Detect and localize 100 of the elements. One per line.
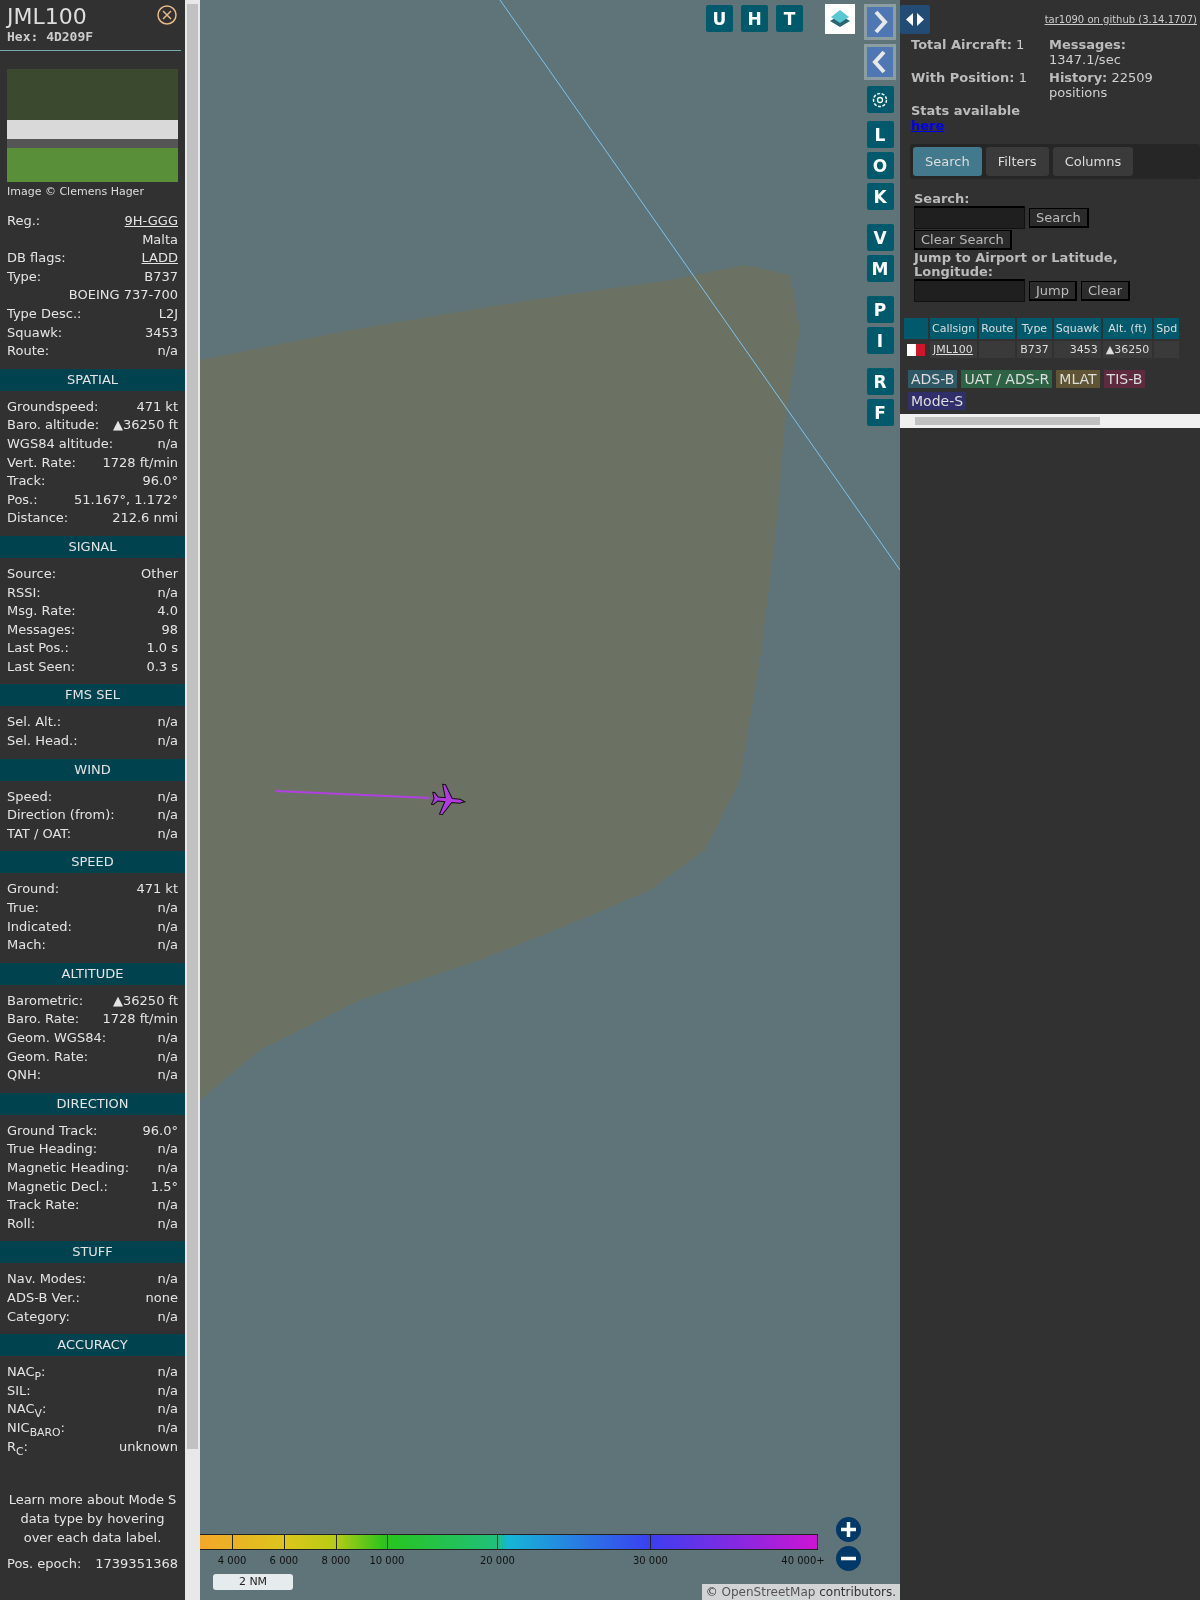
aircraft-icon[interactable] [430,783,466,815]
map-toggle-button[interactable]: K [866,183,894,210]
close-icon[interactable] [157,5,177,25]
field-value: 96.0° [142,472,178,491]
table-cell: B737 [1017,341,1052,358]
stat-text: Messages: 1347.1/sec [1049,37,1128,69]
field-value: n/a [157,917,178,936]
map-toggle-button[interactable]: V [866,224,894,251]
field-label: True Heading: [7,1140,98,1159]
clear-search-button[interactable]: Clear Search [914,230,1012,250]
field-label: Magnetic Decl.: [7,1177,108,1196]
horizontal-scrollbar[interactable] [900,414,1200,428]
github-link[interactable]: tar1090 on github (3.14.1707) [1044,14,1197,25]
column-header[interactable]: Type [1017,318,1052,339]
column-header[interactable]: Alt. (ft) [1102,318,1153,339]
field-label: Last Pos.: [7,639,69,658]
field-label: Msg. Rate: [7,602,76,621]
value-link[interactable]: LADD [141,249,178,268]
section-header: DIRECTION [0,1092,185,1115]
field-value: Malta [142,230,178,249]
help-note: Learn more about Mode S data type by hovering over each data label. [7,1491,178,1548]
value-link[interactable]: 9H-GGG [124,212,178,231]
field-label: Baro. Rate: [7,1010,80,1029]
field-value: 1739351368 [95,1555,178,1574]
field-value: n/a [157,1158,178,1177]
field-label: Distance: [7,509,69,528]
scrollbar[interactable] [185,0,200,1600]
field-label: SIL: [7,1381,31,1400]
settings-icon[interactable] [866,86,894,113]
field-label: Sel. Head.: [7,732,78,751]
field-label: Ground Track: [7,1121,98,1140]
jump-field[interactable] [914,279,1025,302]
altitude-label: 4 000 [217,1555,247,1566]
field-value: B737 [144,267,178,286]
map-toggle-button[interactable]: P [866,296,894,323]
photo-credit: Image © Clemens Hager [6,184,145,200]
jump-button[interactable]: Jump [1029,280,1077,301]
map-toggle-button[interactable]: R [866,368,894,395]
field-label: Groundspeed: [7,397,99,416]
map-toggle-button[interactable]: O [866,152,894,179]
collapse-button[interactable] [864,44,896,80]
zoom-out-icon[interactable] [836,1546,861,1571]
altitude-label: 6 000 [269,1555,299,1566]
field-label: True: [7,899,39,918]
map-toggle-button[interactable]: M [866,255,894,282]
toggle-panel-icon[interactable] [900,5,930,34]
column-header[interactable]: Spd [1154,318,1180,339]
map-toggle-button[interactable]: I [866,327,894,354]
map-toggle-button[interactable]: U [706,5,733,32]
column-header[interactable]: Squawk [1053,318,1101,339]
field-label: Pos.: [7,490,38,509]
scale-bar: 2 NM [213,1574,293,1590]
field-value: 3453 [144,323,178,342]
field-label: Last Seen: [7,657,76,676]
section-header: SPATIAL [0,368,185,391]
field-label: Magnetic Heading: [7,1158,130,1177]
search-button[interactable]: Search [1029,207,1089,228]
field-value: n/a [157,342,178,361]
table-cell[interactable]: JML100 [930,341,978,358]
zoom-in-icon[interactable] [836,1517,861,1542]
stat-text: With Position: 1 [911,70,1028,87]
layers-icon[interactable] [825,4,855,34]
field-value: 1.0 s [146,639,178,658]
flag-icon [907,343,925,356]
field-label: ADS-B Ver.: [7,1288,80,1307]
section-header: SIGNAL [0,535,185,558]
field-value: 98 [161,620,178,639]
map-toggle-button[interactable]: H [741,5,768,32]
field-value: n/a [157,1214,178,1233]
field-label: Type: [7,267,42,286]
attribution-link[interactable]: OpenStreetMap [721,1585,816,1599]
section-header: SPEED [0,851,185,874]
search-field[interactable] [914,206,1025,229]
field-value: 1.5° [150,1177,178,1196]
field-value: n/a [157,899,178,918]
tab[interactable]: Columns [1052,147,1134,176]
hex-code: Hex: 4D209F [7,29,94,44]
field-label: Track: [7,472,46,491]
field-value: n/a [157,936,178,955]
column-header[interactable]: Route [979,318,1016,339]
column-header[interactable]: Callsign [930,318,978,339]
jump-label: Jump to Airport or Latitude, Longitude: [914,251,1119,279]
map-toggle-button[interactable]: T [776,5,803,32]
field-label: NAC$_{P}$: [7,1363,46,1382]
clear-button[interactable]: Clear [1081,280,1130,301]
field-value: n/a [157,1400,178,1419]
field-value: 471 kt [136,397,178,416]
expand-button[interactable] [864,4,896,40]
field-value: 51.167°, 1.172° [74,490,178,509]
field-label: Geom. Rate: [7,1047,89,1066]
field-label: Source: [7,564,57,583]
tab[interactable]: Search [913,147,982,176]
map-toggle-button[interactable]: F [866,399,894,426]
field-label: Roll: [7,1214,35,1233]
field-label: Nav. Modes: [7,1270,87,1289]
field-value: n/a [157,713,178,732]
field-label: WGS84 altitude: [7,434,114,453]
field-label: Geom. WGS84: [7,1029,107,1047]
tab[interactable]: Filters [985,147,1049,176]
map-toggle-button[interactable]: L [866,121,894,148]
